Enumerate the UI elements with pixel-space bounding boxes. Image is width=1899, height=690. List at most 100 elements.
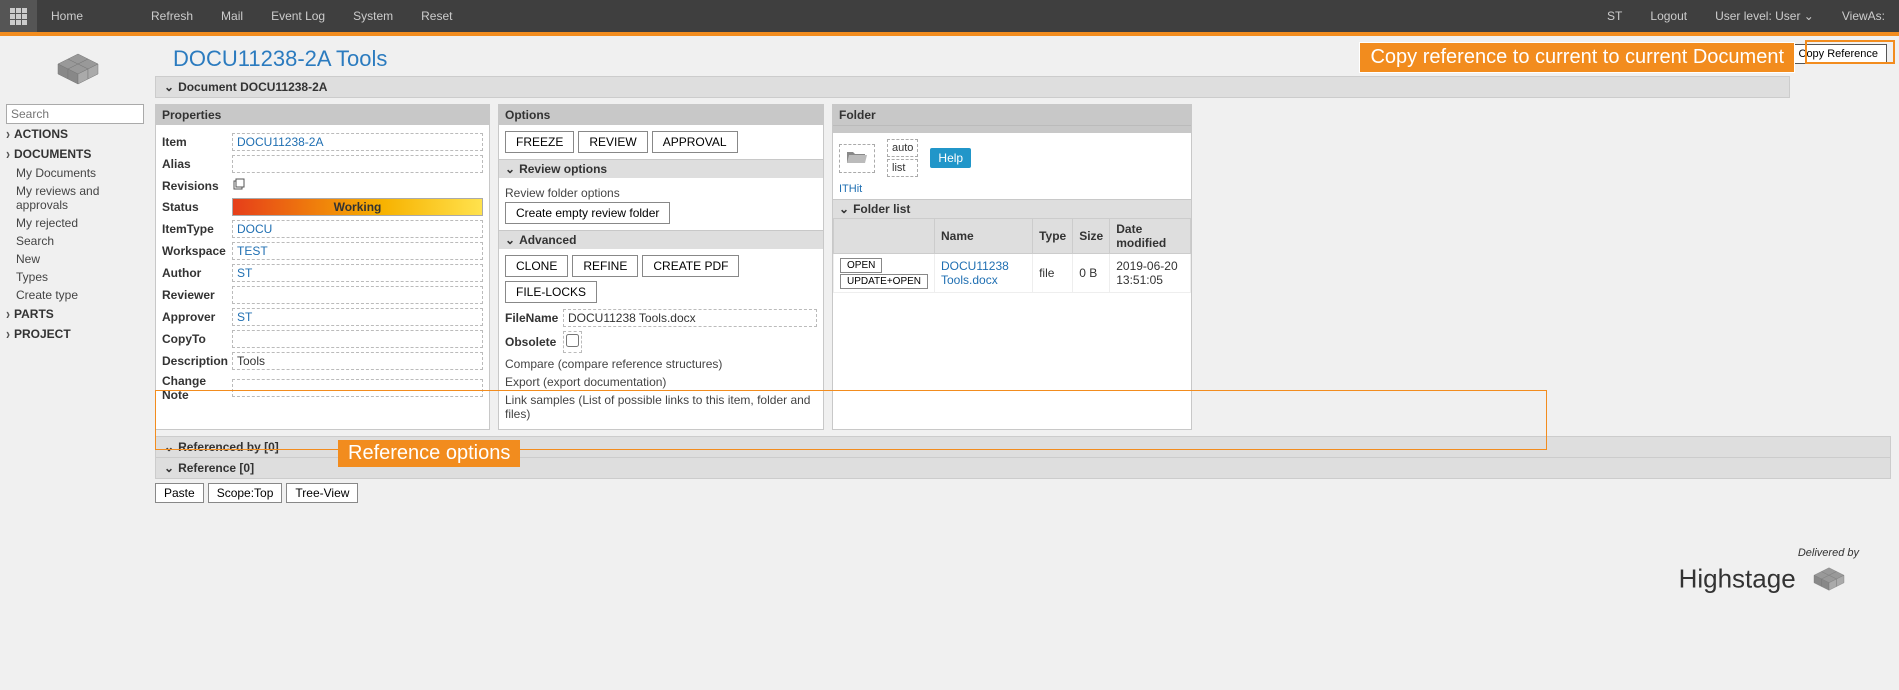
review-note: Review folder options	[505, 184, 817, 202]
value-copyto[interactable]	[232, 330, 483, 348]
approval-button[interactable]: APPROVAL	[652, 131, 738, 153]
panel-folder-header: Folder	[833, 105, 1191, 125]
value-workspace[interactable]: TEST	[232, 242, 483, 260]
logout[interactable]: Logout	[1636, 0, 1701, 32]
nav-parts[interactable]: PARTS	[6, 304, 149, 324]
freeze-button[interactable]: FREEZE	[505, 131, 574, 153]
userlevel-dropdown[interactable]: User level: User ⌄	[1701, 0, 1828, 32]
chevron-down-icon: ⌄	[1804, 9, 1814, 23]
nav-types[interactable]: Types	[6, 268, 149, 286]
copy-reference-button[interactable]: Copy Reference	[1790, 44, 1888, 64]
label-approver: Approver	[162, 310, 232, 324]
link-compare[interactable]: Compare (compare reference structures)	[505, 355, 817, 373]
col-size[interactable]: Size	[1073, 219, 1110, 254]
value-itemtype[interactable]: DOCU	[232, 220, 483, 238]
sidebar: ACTIONS DOCUMENTS My Documents My review…	[0, 98, 155, 344]
viewas[interactable]: ViewAs:	[1828, 0, 1899, 32]
row-open-button[interactable]: OPEN	[840, 258, 882, 273]
label-itemtype: ItemType	[162, 222, 232, 236]
nav-create-type[interactable]: Create type	[6, 286, 149, 304]
review-button[interactable]: REVIEW	[578, 131, 647, 153]
nav-actions[interactable]: ACTIONS	[6, 124, 149, 144]
ithit-link[interactable]: ITHit	[833, 183, 1191, 199]
help-button[interactable]: Help	[930, 148, 971, 168]
col-type[interactable]: Type	[1033, 219, 1073, 254]
document-header[interactable]: ⌄Document DOCU11238-2A	[155, 76, 1790, 98]
folder-list-header[interactable]: ⌄Folder list	[833, 199, 1191, 218]
create-review-folder-button[interactable]: Create empty review folder	[505, 202, 670, 224]
panel-options: Options FREEZE REVIEW APPROVAL ⌄Review o…	[498, 104, 824, 430]
callout-copy-reference: Copy reference to current to current Doc…	[1359, 42, 1795, 73]
nav-my-documents[interactable]: My Documents	[6, 164, 149, 182]
label-status: Status	[162, 200, 232, 214]
nav-my-reviews[interactable]: My reviews and approvals	[6, 182, 149, 214]
create-pdf-button[interactable]: CREATE PDF	[642, 255, 739, 277]
label-changenote: Change Note	[162, 374, 232, 402]
folder-table: Name Type Size Date modified OPEN UPDATE…	[833, 218, 1191, 293]
label-description: Description	[162, 354, 232, 368]
chevron-down-icon: ⌄	[164, 461, 174, 475]
folder-divider	[833, 125, 1191, 133]
value-item[interactable]: DOCU11238-2A	[232, 133, 483, 151]
footer-brand: Highstage	[1679, 564, 1796, 594]
nav-reset[interactable]: Reset	[407, 0, 466, 32]
nav-system[interactable]: System	[339, 0, 407, 32]
value-description[interactable]: Tools	[232, 352, 483, 370]
nav-documents[interactable]: DOCUMENTS	[6, 144, 149, 164]
scope-button[interactable]: Scope:Top	[208, 483, 283, 503]
nav-my-rejected[interactable]: My rejected	[6, 214, 149, 232]
obsolete-checkbox[interactable]	[566, 334, 579, 347]
nav-new[interactable]: New	[6, 250, 149, 268]
list-box[interactable]: list	[887, 159, 918, 177]
user-initials[interactable]: ST	[1593, 0, 1636, 32]
auto-box[interactable]: auto	[887, 139, 918, 157]
refine-button[interactable]: REFINE	[572, 255, 638, 277]
row-update-open-button[interactable]: UPDATE+OPEN	[840, 274, 928, 289]
nav-gap	[97, 0, 137, 32]
label-workspace: Workspace	[162, 244, 232, 258]
link-export[interactable]: Export (export documentation)	[505, 373, 817, 391]
clone-button[interactable]: CLONE	[505, 255, 568, 277]
footer-delivered: Delivered by	[0, 547, 1859, 559]
tree-view-button[interactable]: Tree-View	[286, 483, 358, 503]
topbar: Home Refresh Mail Event Log System Reset…	[0, 0, 1899, 32]
file-locks-button[interactable]: FILE-LOCKS	[505, 281, 597, 303]
label-obsolete: Obsolete	[505, 335, 563, 349]
advanced-header[interactable]: ⌄Advanced	[499, 230, 823, 249]
callout-reference-options: Reference options	[338, 440, 520, 467]
paste-button[interactable]: Paste	[155, 483, 204, 503]
value-author[interactable]: ST	[232, 264, 483, 282]
open-folder-button[interactable]	[839, 144, 875, 173]
panel-options-header: Options	[499, 105, 823, 125]
revisions-icon[interactable]	[232, 177, 246, 194]
nav-mail[interactable]: Mail	[207, 0, 257, 32]
label-alias: Alias	[162, 157, 232, 171]
row-name[interactable]: DOCU11238 Tools.docx	[935, 254, 1033, 293]
value-filename[interactable]: DOCU11238 Tools.docx	[563, 309, 817, 327]
row-size: 0 B	[1073, 254, 1110, 293]
col-modified[interactable]: Date modified	[1110, 219, 1191, 254]
status-badge: Working	[232, 198, 483, 216]
chevron-down-icon: ⌄	[839, 202, 849, 216]
value-changenote[interactable]	[232, 379, 483, 397]
search-input[interactable]	[6, 104, 144, 124]
nav-refresh[interactable]: Refresh	[137, 0, 207, 32]
folder-open-icon	[846, 149, 868, 165]
apps-icon[interactable]	[0, 0, 37, 32]
label-copyto: CopyTo	[162, 332, 232, 346]
nav-eventlog[interactable]: Event Log	[257, 0, 339, 32]
value-alias[interactable]	[232, 155, 483, 173]
panel-properties-header: Properties	[156, 105, 489, 125]
nav-home[interactable]: Home	[37, 0, 97, 32]
nav-search[interactable]: Search	[6, 232, 149, 250]
review-options-header[interactable]: ⌄Review options	[499, 159, 823, 178]
label-item: Item	[162, 135, 232, 149]
chevron-down-icon: ⌄	[505, 233, 515, 247]
table-row: OPEN UPDATE+OPEN DOCU11238 Tools.docx fi…	[834, 254, 1191, 293]
row-modified: 2019-06-20 13:51:05	[1110, 254, 1191, 293]
value-approver[interactable]: ST	[232, 308, 483, 326]
value-reviewer[interactable]	[232, 286, 483, 304]
nav-project[interactable]: PROJECT	[6, 324, 149, 344]
col-name[interactable]: Name	[935, 219, 1033, 254]
link-samples[interactable]: Link samples (List of possible links to …	[505, 391, 817, 423]
